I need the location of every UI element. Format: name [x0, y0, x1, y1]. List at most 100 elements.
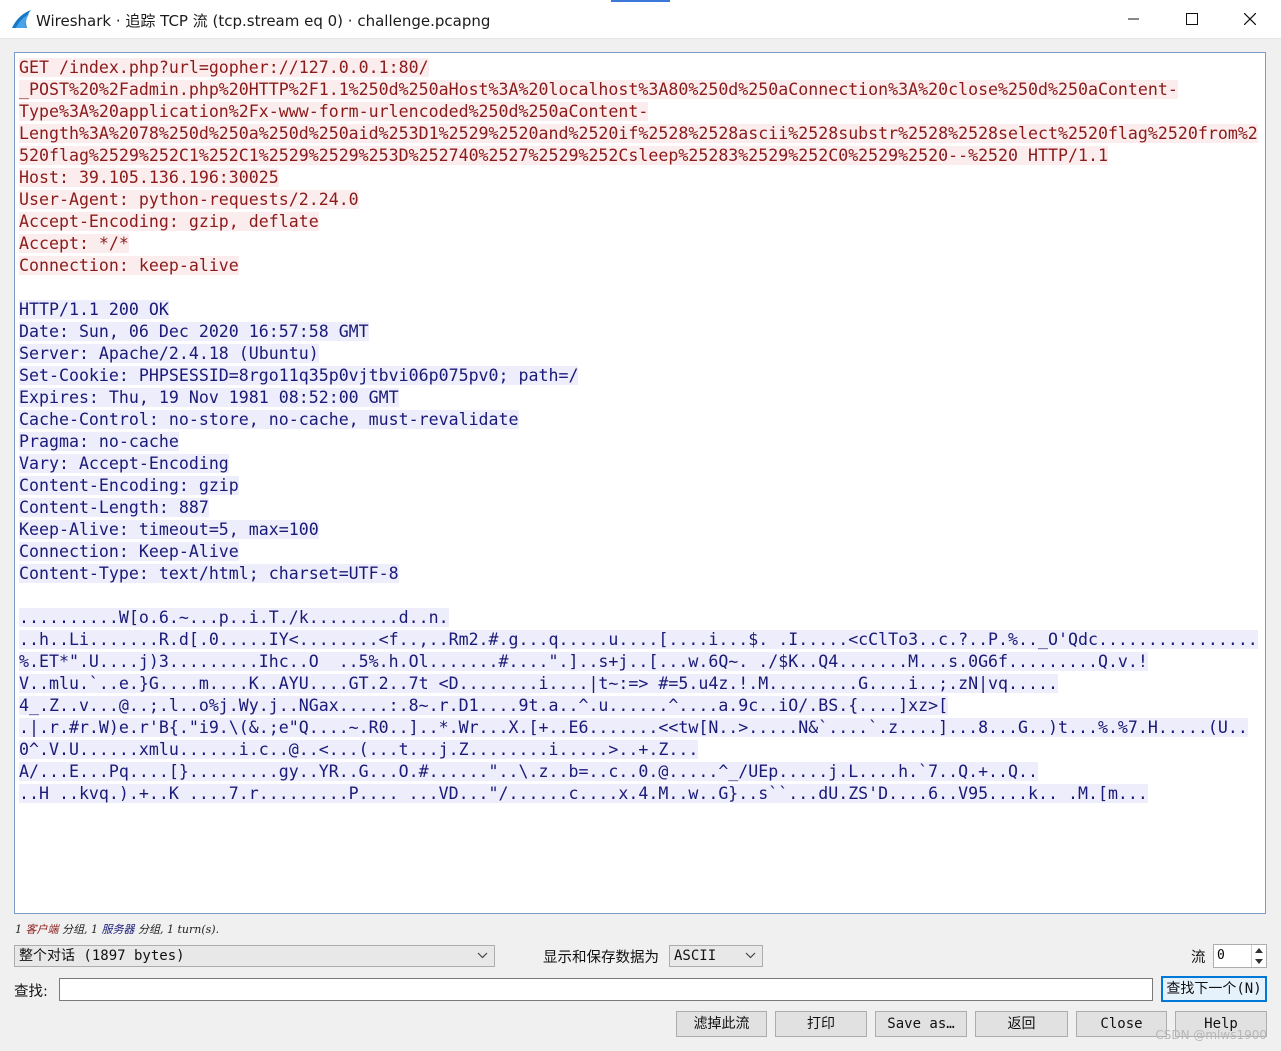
turns-label: turn(s).: [177, 923, 220, 936]
filter-out-stream-button[interactable]: 滤掉此流: [676, 1011, 767, 1037]
save-as-button[interactable]: Save as…: [875, 1011, 967, 1037]
conversation-select-value: 整个对话 (1897 bytes): [19, 948, 185, 964]
stream-line-text: 4_.Z..v...@..;.l..o%j.Wy.j..NGax.....:.8…: [19, 696, 949, 715]
stream-number-value: 0: [1217, 948, 1225, 963]
packet-summary: 1 客户端 分组, 1 服务器 分组, 1 turn(s).: [15, 921, 219, 937]
window-title: Wireshark · 追踪 TCP 流 (tcp.stream eq 0) ·…: [36, 12, 491, 30]
data-format-value: ASCII: [674, 948, 717, 964]
client-stream-line: Type%3A%20application%2Fx-www-form-urlen…: [19, 101, 1258, 123]
client-packet-count: 1: [15, 923, 22, 936]
find-input[interactable]: [59, 978, 1153, 1001]
client-stream-line: Length%3A%2078%250d%250a%250d%250aid%253…: [19, 123, 1258, 145]
back-button[interactable]: 返回: [975, 1011, 1068, 1037]
stream-line-text: Accept-Encoding: gzip, deflate: [19, 212, 319, 231]
data-format-select[interactable]: ASCII: [669, 945, 763, 967]
server-label: 服务器: [101, 923, 135, 936]
stream-line-text: 520flag%2529%252C1%252C1%2529%2529%253D%…: [19, 146, 1108, 165]
find-label: 查找:: [14, 984, 48, 1000]
stream-number-spinbox[interactable]: 0: [1213, 944, 1267, 968]
wireshark-fin-icon: [12, 10, 31, 28]
stream-line-text: V..mlu.`..e.}G....m....K..AYU....GT.2..7…: [19, 674, 1058, 693]
stream-line-text: Date: Sun, 06 Dec 2020 16:57:58 GMT: [19, 322, 369, 341]
server-stream-line: Content-Length: 887: [19, 497, 1258, 519]
maximize-button[interactable]: [1163, 0, 1221, 38]
stream-line-text: Set-Cookie: PHPSESSID=8rgo11q35p0vjtbvi0…: [19, 366, 579, 385]
server-stream-line: Content-Encoding: gzip: [19, 475, 1258, 497]
close-icon: [1244, 13, 1256, 25]
stream-line-text: Content-Length: 887: [19, 498, 209, 517]
client-stream-line: Connection: keep-alive: [19, 255, 1258, 277]
stream-line-text: Content-Encoding: gzip: [19, 476, 239, 495]
stream-line-text: HTTP/1.1 200 OK: [19, 300, 169, 319]
server-packets-label: 分组,: [138, 923, 164, 936]
server-stream-line: Set-Cookie: PHPSESSID=8rgo11q35p0vjtbvi0…: [19, 365, 1258, 387]
title-bar: Wireshark · 追踪 TCP 流 (tcp.stream eq 0) ·…: [0, 0, 1281, 39]
client-label: 客户端: [25, 923, 59, 936]
stream-line-text: Expires: Thu, 19 Nov 1981 08:52:00 GMT: [19, 388, 399, 407]
client-stream-line: 520flag%2529%252C1%252C1%2529%2529%253D%…: [19, 145, 1258, 167]
spinbox-arrows[interactable]: [1251, 945, 1266, 967]
server-stream-line: ..........W[o.6.~...p..i.T./k.........d.…: [19, 607, 1258, 629]
stream-line-text: Server: Apache/2.4.18 (Ubuntu): [19, 344, 319, 363]
spin-up-icon[interactable]: [1252, 945, 1266, 956]
stream-line-text: Connection: Keep-Alive: [19, 542, 239, 561]
title-accent-line: [611, 0, 670, 2]
server-stream-line: Keep-Alive: timeout=5, max=100: [19, 519, 1258, 541]
client-stream-line: GET /index.php?url=gopher://127.0.0.1:80…: [19, 57, 1258, 79]
server-stream-line: Pragma: no-cache: [19, 431, 1258, 453]
server-stream-line: ..H ..kvq.).+..K ....7.r.........P.... .…: [19, 783, 1258, 805]
stream-line-text: ..........W[o.6.~...p..i.T./k.........d.…: [19, 608, 449, 627]
stream-content: GET /index.php?url=gopher://127.0.0.1:80…: [19, 57, 1258, 805]
server-packet-count: 1: [91, 923, 98, 936]
chevron-down-icon: [477, 952, 488, 959]
stream-line-text: User-Agent: python-requests/2.24.0: [19, 190, 359, 209]
server-stream-line: Date: Sun, 06 Dec 2020 16:57:58 GMT: [19, 321, 1258, 343]
stream-line-text: %.ET*".U....j)3.........Ihc..O ..5%.h.Ol…: [19, 652, 1148, 671]
server-stream-line: .|.r.#r.W)e.r'B{."i9.\(&.;e"Q....~.R0..]…: [19, 717, 1258, 739]
server-stream-line: 4_.Z..v...@..;.l..o%j.Wy.j..NGax.....:.8…: [19, 695, 1258, 717]
close-window-button[interactable]: [1221, 0, 1279, 38]
client-stream-line: Accept-Encoding: gzip, deflate: [19, 211, 1258, 233]
maximize-icon: [1186, 13, 1198, 25]
stream-line-text: _POST%20%2Fadmin.php%20HTTP%2F1.1%250d%2…: [19, 80, 1178, 99]
stream-line-text: Host: 39.105.136.196:30025: [19, 168, 279, 187]
find-next-button[interactable]: 查找下一个(N): [1161, 976, 1267, 1002]
server-stream-line: 0^.V.U......xmlu......i.c..@..<...(...t.…: [19, 739, 1258, 761]
stream-line-text: .|.r.#r.W)e.r'B{."i9.\(&.;e"Q....~.R0..]…: [19, 718, 1248, 737]
conversation-select[interactable]: 整个对话 (1897 bytes): [14, 945, 495, 967]
client-stream-line: Host: 39.105.136.196:30025: [19, 167, 1258, 189]
stream-line-text: Accept: */*: [19, 234, 129, 253]
stream-line-text: A/...E...Pq....[}.........gy..YR..G...O.…: [19, 762, 1039, 781]
stream-line-text: ..H ..kvq.).+..K ....7.r.........P.... .…: [19, 784, 1148, 803]
stream-line-text: 0^.V.U......xmlu......i.c..@..<...(...t.…: [19, 740, 699, 759]
server-stream-line: Content-Type: text/html; charset=UTF-8: [19, 563, 1258, 585]
stream-line-text: Vary: Accept-Encoding: [19, 454, 229, 473]
server-stream-line: Server: Apache/2.4.18 (Ubuntu): [19, 343, 1258, 365]
stream-line-text: Type%3A%20application%2Fx-www-form-urlen…: [19, 102, 649, 121]
show-save-label: 显示和保存数据为: [543, 950, 659, 966]
server-stream-line: A/...E...Pq....[}.........gy..YR..G...O.…: [19, 761, 1258, 783]
stream-text-view[interactable]: GET /index.php?url=gopher://127.0.0.1:80…: [14, 52, 1266, 914]
minimize-button[interactable]: [1105, 0, 1163, 38]
close-button[interactable]: Close: [1076, 1011, 1167, 1037]
server-stream-line: ..h..Li.......R.d[.0.....IY<........<f..…: [19, 629, 1258, 651]
server-stream-line: HTTP/1.1 200 OK: [19, 299, 1258, 321]
stream-line-text: Pragma: no-cache: [19, 432, 179, 451]
stream-line-text: Cache-Control: no-store, no-cache, must-…: [19, 410, 519, 429]
stream-line-text: ..h..Li.......R.d[.0.....IY<........<f..…: [19, 630, 1258, 649]
turn-count: 1: [167, 923, 174, 936]
minimize-icon: [1128, 18, 1139, 20]
server-stream-line: %.ET*".U....j)3.........Ihc..O ..5%.h.Ol…: [19, 651, 1258, 673]
spin-down-icon[interactable]: [1252, 956, 1266, 967]
server-stream-line: Cache-Control: no-store, no-cache, must-…: [19, 409, 1258, 431]
client-stream-line: _POST%20%2Fadmin.php%20HTTP%2F1.1%250d%2…: [19, 79, 1258, 101]
csdn-watermark: CSDN @mlws1900: [1155, 1028, 1267, 1042]
print-button[interactable]: 打印: [775, 1011, 867, 1037]
server-stream-line: V..mlu.`..e.}G....m....K..AYU....GT.2..7…: [19, 673, 1258, 695]
stream-line-text: Keep-Alive: timeout=5, max=100: [19, 520, 319, 539]
server-stream-line: Connection: Keep-Alive: [19, 541, 1258, 563]
stream-label: 流: [1191, 950, 1206, 966]
chevron-down-icon: [745, 952, 756, 959]
